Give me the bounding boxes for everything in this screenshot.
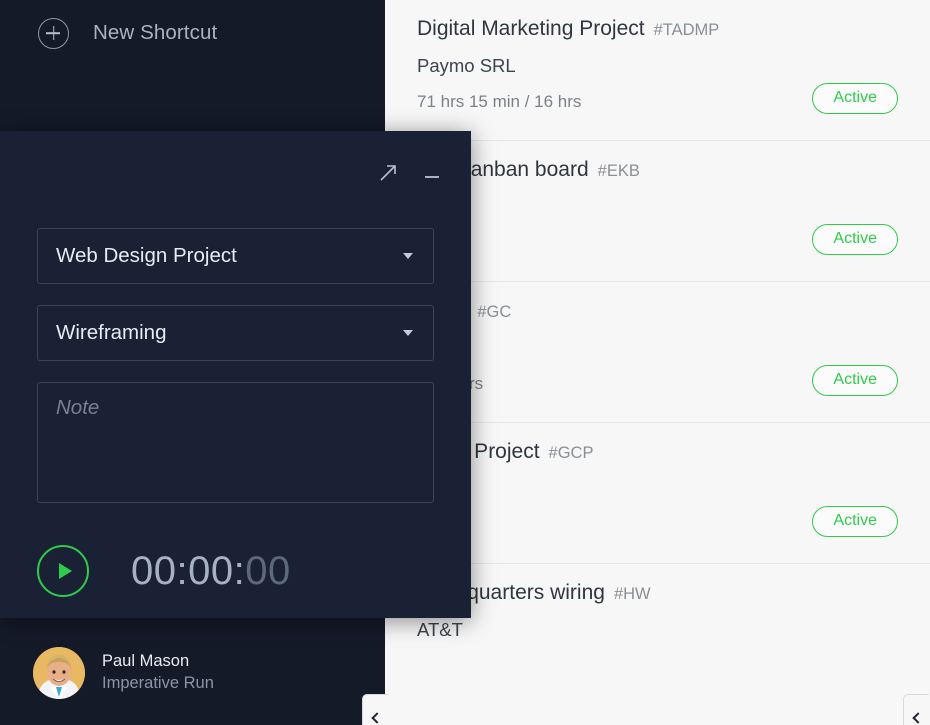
project-title-line: Chart #GC	[417, 299, 898, 323]
task-select-value: Wireframing	[56, 321, 167, 344]
project-client: SRL	[417, 337, 898, 359]
user-name: Paul Mason	[102, 651, 190, 670]
note-placeholder: Note	[56, 396, 100, 419]
project-title-line: Digital Marketing Project #TADMP	[417, 17, 898, 41]
plus-circle-icon	[38, 17, 69, 49]
status-badge[interactable]: Active	[812, 506, 898, 537]
chevron-down-icon	[403, 253, 413, 259]
user-organization: Imperative Run	[102, 673, 214, 692]
project-client: AT&T	[417, 619, 463, 640]
minimize-icon[interactable]	[415, 156, 449, 190]
project-client: SRL	[417, 478, 898, 500]
project-title-line: tion Kanban board #EKB	[417, 158, 898, 182]
play-icon	[58, 563, 72, 579]
new-shortcut-button[interactable]: New Shortcut	[0, 0, 385, 66]
widget-body: Web Design Project Wireframing Note 00:0…	[37, 228, 434, 597]
project-code: #GCP	[548, 444, 594, 462]
expand-arrow-icon[interactable]	[371, 156, 405, 190]
project-name: Digital Marketing Project	[417, 17, 645, 40]
collapse-sidebar-button[interactable]	[362, 694, 388, 725]
project-title-line: Chart Project #GCP	[417, 440, 898, 464]
timer-row: 00:00:00	[37, 545, 434, 597]
chevron-left-icon	[371, 712, 383, 724]
project-client: Paymo SRL	[417, 55, 516, 76]
play-button[interactable]	[37, 545, 89, 597]
project-title-line: Headquarters wiring #HW	[417, 581, 898, 605]
project-code: #EKB	[597, 162, 640, 180]
project-select-value: Web Design Project	[56, 244, 237, 267]
timer-seconds: 00	[245, 548, 291, 593]
timer-display: 00:00:00	[131, 549, 291, 594]
project-code: #TADMP	[653, 21, 720, 39]
timer-hours-minutes: 00:00:	[131, 548, 246, 593]
status-badge[interactable]: Active	[812, 224, 898, 255]
project-code: #HW	[613, 585, 651, 603]
timer-widget: Web Design Project Wireframing Note 00:0…	[0, 131, 471, 618]
new-shortcut-label: New Shortcut	[93, 21, 218, 44]
project-select[interactable]: Web Design Project	[37, 228, 434, 284]
user-profile[interactable]: Paul Mason Imperative Run	[0, 620, 385, 725]
app-root: New Shortcut Paul Mason Imperative Run D…	[0, 0, 930, 725]
avatar	[33, 646, 85, 699]
user-text: Paul Mason Imperative Run	[102, 651, 214, 695]
chevron-left-icon	[912, 712, 924, 724]
table-row[interactable]: Digital Marketing Project #TADMP Paymo S…	[385, 0, 930, 141]
project-code: #GC	[477, 303, 512, 321]
status-badge[interactable]: Active	[812, 365, 898, 396]
task-select[interactable]: Wireframing	[37, 305, 434, 361]
note-input[interactable]: Note	[37, 382, 434, 503]
chevron-down-icon	[403, 330, 413, 336]
project-client: SRL	[417, 196, 898, 218]
widget-controls	[371, 156, 449, 190]
status-badge[interactable]: Active	[812, 83, 898, 114]
collapse-panel-button[interactable]	[903, 694, 929, 725]
